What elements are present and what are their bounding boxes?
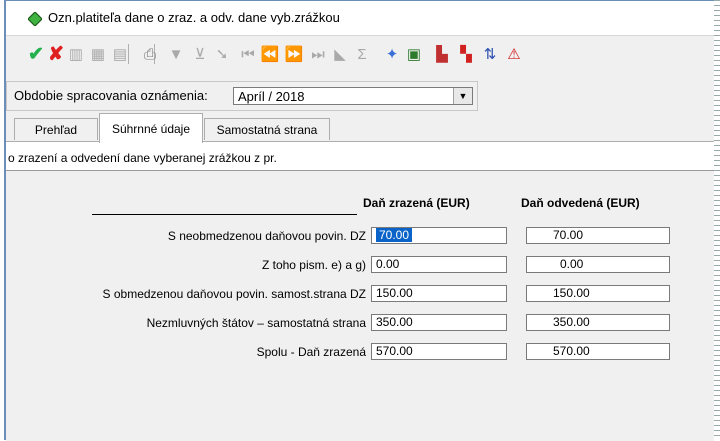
export-icon[interactable]: ▚ [456, 44, 476, 64]
period-select[interactable]: Apríl / 2018 ▼ [233, 87, 473, 105]
field-value: 70.00 [553, 228, 584, 242]
paid-letters-e-g-field[interactable]: 0.00 [526, 256, 670, 273]
row-label-limited: S obmedzenou daňovou povin. samost.stran… [102, 287, 366, 301]
row-label-total: Spolu - Daň zrazená [256, 345, 366, 359]
field-value: 570.00 [553, 344, 590, 358]
row-label-non-treaty: Nezmluvných štátov – samostatná strana [146, 316, 366, 330]
paid-limited-field[interactable]: 150.00 [526, 285, 670, 302]
filter-icon: ▼ [168, 45, 184, 63]
document-icon: ▤ [112, 45, 128, 63]
paid-unlimited-field[interactable]: 70.00 [526, 227, 670, 244]
withheld-non-treaty-field[interactable]: 350.00 [371, 314, 507, 331]
column-header-paid: Daň odvedená (EUR) [521, 196, 640, 210]
cancel-icon[interactable]: ✘ [46, 44, 66, 64]
field-value: 0.00 [376, 257, 400, 271]
column-header-withheld: Daň zrazená (EUR) [363, 196, 470, 210]
period-value: Apríl / 2018 [238, 89, 305, 104]
application-window: Ozn.platiteľa dane o zraz. a odv. dane v… [4, 0, 714, 441]
withheld-total-field[interactable]: 570.00 [371, 343, 507, 360]
field-value: 150.00 [376, 286, 413, 300]
last-record-icon: ⏭ [311, 45, 325, 63]
panel-header: o zrazení a odvedení dane vyberanej zráž… [6, 142, 714, 171]
previous-record-icon: ⏪ [260, 45, 280, 63]
row-label-letters-e-g: Z toho pism. e) a g) [261, 258, 366, 272]
window-edge [714, 0, 720, 439]
tab-label: Prehľad [34, 122, 78, 137]
wizard-icon[interactable]: ✦ [382, 44, 402, 64]
withheld-letters-e-g-field[interactable]: 0.00 [371, 256, 507, 273]
confirm-icon[interactable]: ✔ [26, 44, 46, 64]
field-value: 570.00 [376, 344, 413, 358]
tab-strip: Prehľad Súhrnné údaje Samostatná strana [6, 112, 714, 143]
summary-panel: o zrazení a odvedení dane vyberanej zráž… [6, 141, 714, 441]
title-bar: Ozn.platiteľa dane o zraz. a odv. dane v… [6, 1, 714, 36]
sum-icon: Σ [357, 45, 367, 63]
withheld-unlimited-field[interactable]: 70.00 [371, 227, 507, 244]
filter-remove-icon: ⊻ [194, 45, 206, 63]
tab-suhrnne-udaje[interactable]: Súhrnné údaje [99, 113, 203, 143]
next-record-icon: ⏩ [284, 45, 304, 63]
tab-prehlad[interactable]: Prehľad [14, 118, 98, 140]
field-value: 0.00 [560, 257, 584, 271]
first-record-icon: ⏮ [241, 45, 255, 63]
pdf-icon[interactable]: ⚠ [504, 44, 524, 64]
marker-icon: ➘ [215, 45, 229, 63]
row-label-unlimited: S neobmedzenou daňovou povin. DZ [167, 229, 366, 243]
paid-non-treaty-field[interactable]: 350.00 [526, 314, 670, 331]
paid-total-field[interactable]: 570.00 [526, 343, 670, 360]
field-value: 70.00 [376, 228, 413, 242]
tab-samostatna-strana[interactable]: Samostatná strana [204, 118, 330, 140]
tab-label: Samostatná strana [216, 122, 318, 137]
field-value: 350.00 [553, 315, 590, 329]
toolbar: ✔ ✘ ▥ ▦ ▤ ⎙ ▼ ⊻ ➘ ⏮ ⏪ ⏩ ⏭ ◣ Σ ✦ ▣ ▙ ▚ ⇅ ⚠ [6, 38, 714, 80]
panel-heading: o zrazení a odvedení dane vyberanej zráž… [8, 151, 277, 165]
chart-icon[interactable]: ▙ [432, 44, 452, 64]
print-icon[interactable]: ⎙ [140, 44, 160, 64]
withheld-limited-field[interactable]: 150.00 [371, 285, 507, 302]
calendar-icon[interactable]: ▣ [404, 44, 424, 64]
grid-icon: ▥ [68, 45, 84, 63]
period-bar: Obdobie spracovania oznámenia: Apríl / 2… [6, 81, 478, 111]
window-title: Ozn.platiteľa dane o zraz. a odv. dane v… [48, 10, 340, 25]
header-underline [92, 214, 357, 215]
field-value: 150.00 [553, 286, 590, 300]
app-diamond-icon [28, 12, 42, 26]
summary-form: Daň zrazená (EUR) Daň odvedená (EUR) S n… [6, 171, 714, 441]
field-value: 350.00 [376, 315, 413, 329]
tab-label: Súhrnné údaje [111, 121, 191, 136]
grid-add-icon: ▦ [90, 45, 106, 63]
period-label: Obdobie spracovania oznámenia: [14, 88, 208, 103]
transfer-icon[interactable]: ⇅ [480, 44, 500, 64]
bookmark-icon: ◣ [334, 45, 346, 63]
chevron-down-icon[interactable]: ▼ [453, 88, 472, 104]
